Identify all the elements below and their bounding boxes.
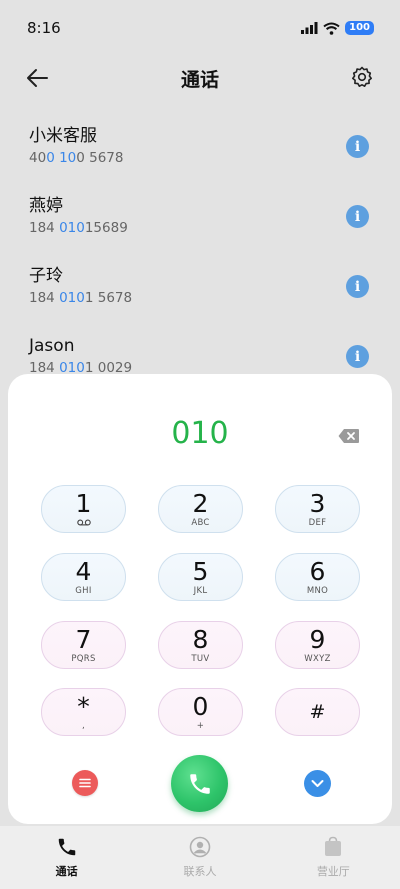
key-5[interactable]: 5 JKL — [158, 553, 243, 601]
contact-name: Jason — [29, 336, 75, 356]
key-9[interactable]: 9 WXYZ — [275, 621, 360, 669]
key-0[interactable]: 0 + — [158, 688, 243, 736]
key-7[interactable]: 7 PQRS — [41, 621, 126, 669]
nav-label: 联系人 — [183, 865, 217, 878]
contact-row[interactable]: 燕婷 184 01015689 i — [0, 185, 400, 255]
info-icon[interactable]: i — [346, 275, 369, 298]
contact-list: 小米客服 400 100 5678 i 燕婷 184 01015689 i 子玲… — [0, 115, 400, 395]
key-4[interactable]: 4 GHI — [41, 553, 126, 601]
contact-number: 400 100 5678 — [29, 150, 124, 166]
info-icon[interactable]: i — [346, 135, 369, 158]
nav-item-service-hall[interactable]: 营业厅 — [267, 826, 400, 889]
gear-icon[interactable] — [350, 65, 374, 89]
key-3[interactable]: 3 DEF — [275, 485, 360, 533]
contact-row[interactable]: 子玲 184 0101 5678 i — [0, 255, 400, 325]
status-icons: 100 — [301, 21, 374, 35]
menu-button[interactable] — [72, 770, 98, 796]
dial-input-display: 010 — [171, 416, 229, 451]
signal-icon — [301, 22, 318, 34]
status-bar: 8:16 100 — [0, 0, 400, 56]
contact-name: 子玲 — [29, 266, 63, 286]
key-8[interactable]: 8 TUV — [158, 621, 243, 669]
menu-icon — [79, 778, 91, 788]
contact-row[interactable]: 小米客服 400 100 5678 i — [0, 115, 400, 185]
contact-number: 184 01015689 — [29, 220, 128, 236]
key-2[interactable]: 2 ABC — [158, 485, 243, 533]
key-star[interactable]: * , — [41, 688, 126, 736]
nav-label: 营业厅 — [316, 865, 350, 878]
info-icon[interactable]: i — [346, 205, 369, 228]
page-title: 通话 — [180, 68, 219, 91]
contact-number: 184 0101 5678 — [29, 290, 133, 306]
person-icon — [189, 836, 211, 858]
battery-indicator: 100 — [345, 21, 374, 35]
contact-name: 小米客服 — [29, 126, 97, 146]
call-button[interactable] — [171, 755, 228, 812]
phone-icon — [189, 773, 210, 794]
key-6[interactable]: 6 MNO — [275, 553, 360, 601]
bottom-nav: 通话 联系人 营业厅 — [0, 826, 400, 889]
key-hash[interactable]: # — [275, 688, 360, 736]
shopping-bag-icon — [322, 836, 344, 858]
back-arrow-icon[interactable] — [24, 66, 52, 90]
app-header: 通话 — [0, 56, 400, 100]
wifi-icon — [323, 22, 340, 35]
backspace-icon[interactable] — [338, 428, 360, 444]
status-time: 8:16 — [27, 19, 61, 37]
contact-name: 燕婷 — [29, 196, 63, 216]
chevron-down-icon — [311, 780, 324, 787]
key-1[interactable]: 1 — [41, 485, 126, 533]
nav-label: 通话 — [55, 865, 78, 878]
nav-item-calls[interactable]: 通话 — [0, 826, 133, 889]
voicemail-icon — [76, 519, 91, 526]
info-icon[interactable]: i — [346, 345, 369, 368]
dial-panel: 010 1 2 ABC 3 DEF 4 GHI 5 JKL 6 MNO 7 PQ… — [8, 374, 392, 824]
phone-icon — [56, 836, 78, 858]
nav-item-contacts[interactable]: 联系人 — [133, 826, 266, 889]
collapse-keypad-button[interactable] — [304, 770, 331, 797]
